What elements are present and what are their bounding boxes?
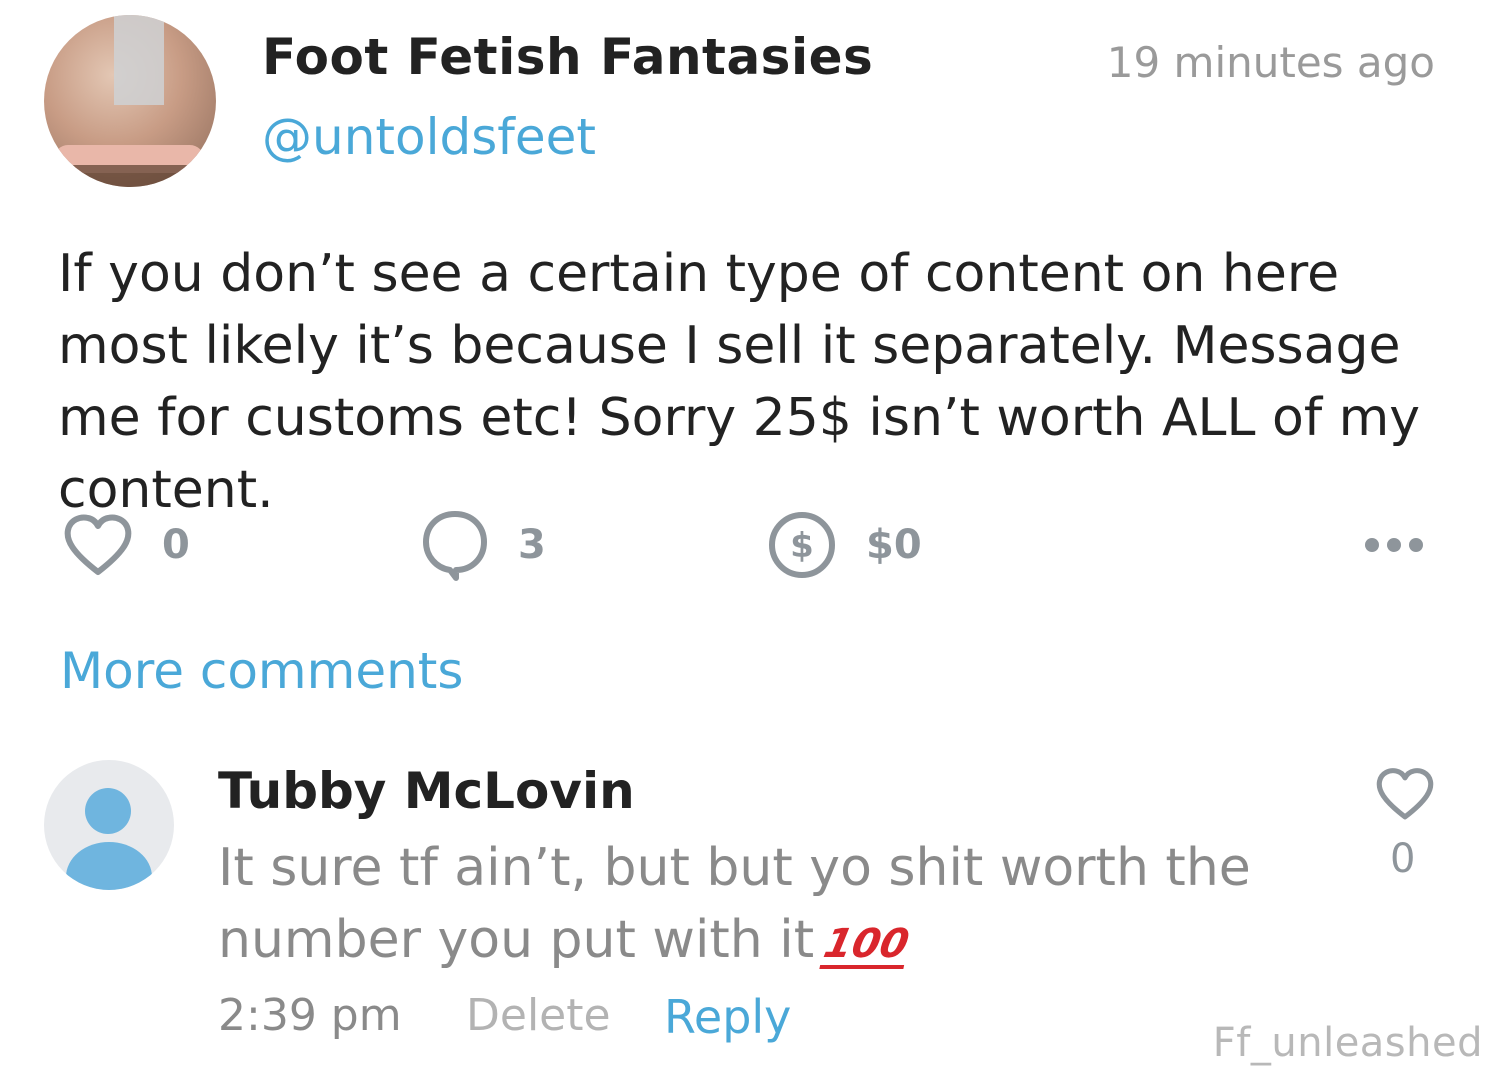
tip-amount: $0 bbox=[866, 522, 922, 568]
watermark-text: Ff_unleashed bbox=[1212, 1020, 1483, 1066]
avatar-photo-detail bbox=[44, 165, 216, 187]
comment-delete-button[interactable]: Delete bbox=[466, 990, 611, 1041]
tip-button[interactable]: $ $0 bbox=[766, 510, 922, 580]
svg-text:$: $ bbox=[790, 526, 814, 566]
like-button[interactable]: 0 bbox=[62, 510, 190, 580]
default-user-icon bbox=[85, 788, 131, 834]
comment-like-button[interactable] bbox=[1374, 766, 1436, 826]
comment-text-content: It sure tf ain’t, but but yo shit worth … bbox=[218, 838, 1251, 970]
avatar-photo-detail bbox=[114, 15, 164, 105]
more-options-button[interactable] bbox=[1362, 510, 1426, 580]
post-timestamp: 19 minutes ago bbox=[1106, 38, 1435, 87]
post-author-name[interactable]: Foot Fetish Fantasies bbox=[262, 28, 873, 86]
commenter-avatar[interactable] bbox=[44, 760, 174, 890]
comment-like-count: 0 bbox=[1390, 836, 1416, 882]
dollar-coin-icon: $ bbox=[769, 512, 835, 578]
default-user-icon bbox=[66, 842, 152, 890]
comment-bubble-icon bbox=[423, 511, 487, 581]
post-author-avatar[interactable] bbox=[44, 15, 216, 187]
comment-reply-button[interactable]: Reply bbox=[664, 990, 791, 1044]
comment-button[interactable]: 3 bbox=[420, 510, 546, 581]
more-comments-link[interactable]: More comments bbox=[60, 642, 463, 700]
post-body-text: If you don’t see a certain type of conte… bbox=[58, 244, 1421, 520]
like-count: 0 bbox=[162, 522, 190, 568]
comment-text: It sure tf ain’t, but but yo shit worth … bbox=[218, 832, 1338, 976]
comment-count: 3 bbox=[518, 522, 546, 568]
heart-icon bbox=[64, 514, 132, 575]
comment-time: 2:39 pm bbox=[218, 990, 402, 1041]
commenter-name[interactable]: Tubby McLovin bbox=[218, 762, 635, 820]
hundred-points-emoji-icon: 100 bbox=[819, 921, 914, 969]
post-author-handle[interactable]: @untoldsfeet bbox=[262, 108, 596, 166]
heart-icon bbox=[1376, 768, 1434, 820]
more-dots-icon bbox=[1365, 538, 1423, 552]
